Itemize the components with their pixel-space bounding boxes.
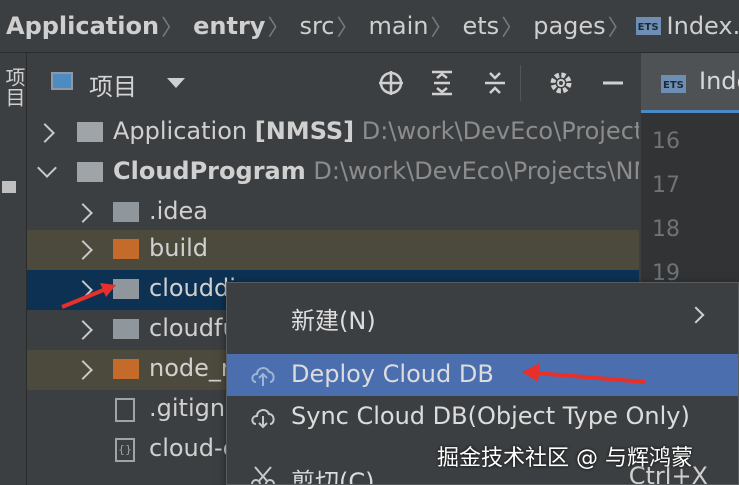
chevron-right-icon[interactable] xyxy=(73,203,93,223)
tree-label: clouddi xyxy=(149,274,236,302)
tree-label: build xyxy=(149,234,209,262)
excluded-folder-icon xyxy=(113,359,139,379)
menu-item-label: Sync Cloud DB(Object Type Only) xyxy=(291,402,690,430)
line-number: 17 xyxy=(652,173,680,198)
tree-path: D:\work\DevEco\Projects\ xyxy=(361,117,639,145)
breadcrumb-item-pages[interactable]: pages xyxy=(527,12,605,40)
expand-all-icon[interactable] xyxy=(426,67,458,99)
cloud-module-folder-icon xyxy=(77,162,103,182)
cloud-download-icon xyxy=(251,409,275,429)
chevron-right-icon[interactable] xyxy=(73,360,93,380)
cloud-upload-icon xyxy=(251,367,275,386)
tree-row-build[interactable]: build xyxy=(27,230,639,270)
editor-tab-index[interactable]: ETS Inde xyxy=(641,53,739,113)
breadcrumb-item-index-ets[interactable]: Index.ets xyxy=(667,12,739,40)
hide-icon[interactable] xyxy=(597,67,629,99)
json-file-icon: {} xyxy=(115,438,135,462)
collapse-all-icon[interactable] xyxy=(479,67,511,99)
tree-label: cloud-c xyxy=(149,434,236,462)
chevron-right-icon[interactable] xyxy=(73,240,93,260)
tree-label: cloudfu xyxy=(149,314,238,342)
tree-label: Application xyxy=(113,117,248,145)
locate-icon[interactable] xyxy=(375,67,407,99)
menu-item-new[interactable]: 新建(N) xyxy=(227,295,738,337)
ignore-file-icon xyxy=(115,398,135,422)
chevron-right-icon[interactable] xyxy=(73,320,93,340)
left-tool-strip: 项目 xyxy=(0,53,27,485)
chevron-right-icon xyxy=(687,306,705,324)
breadcrumb-item-ets[interactable]: ets xyxy=(457,12,500,40)
breadcrumb-item-application[interactable]: Application xyxy=(0,12,159,40)
chevron-right-icon[interactable] xyxy=(35,123,55,143)
breadcrumb-item-main[interactable]: main xyxy=(363,12,429,40)
menu-item-deploy-cloud-db[interactable]: Deploy Cloud DB xyxy=(227,354,738,396)
folder-icon xyxy=(2,181,16,193)
folder-icon xyxy=(113,202,139,222)
excluded-folder-icon xyxy=(113,239,139,259)
toolbar-divider xyxy=(520,65,521,101)
tree-row-cloudprogram[interactable]: CloudProgram D:\work\DevEco\Projects\NM xyxy=(27,153,639,193)
project-panel-header: 项目 xyxy=(27,53,639,114)
breadcrumb: Application 〉 entry 〉 src 〉 main 〉 ets 〉… xyxy=(0,0,739,53)
watermark: 掘金技术社区 @ 与辉鸿蒙 xyxy=(437,446,693,471)
line-number: 16 xyxy=(652,129,680,154)
tree-row-application[interactable]: Application [NMSS] D:\work\DevEco\Projec… xyxy=(27,113,639,153)
dropdown-arrow-icon[interactable] xyxy=(167,78,185,88)
chevron-right-icon: 〉 xyxy=(607,16,630,41)
breadcrumb-item-src[interactable]: src xyxy=(293,12,334,40)
chevron-right-icon: 〉 xyxy=(161,16,184,41)
project-view-icon xyxy=(51,72,73,90)
project-panel-title[interactable]: 项目 xyxy=(89,67,137,102)
function-folder-icon xyxy=(113,319,139,339)
tree-label-suffix: [NMSS] xyxy=(254,117,355,145)
chevron-right-icon: 〉 xyxy=(336,16,359,41)
tree-path: D:\work\DevEco\Projects\NM xyxy=(313,157,639,185)
chevron-down-icon[interactable] xyxy=(37,158,57,178)
tree-label: .idea xyxy=(149,197,209,225)
project-tool-window-tab[interactable]: 项目 xyxy=(0,67,29,107)
chevron-right-icon: 〉 xyxy=(267,16,290,41)
tree-row-idea[interactable]: .idea xyxy=(27,193,639,233)
tree-label: CloudProgram xyxy=(113,157,306,185)
menu-item-label: 新建(N) xyxy=(291,307,376,335)
menu-item-sync-cloud-db[interactable]: Sync Cloud DB(Object Type Only) xyxy=(227,396,738,438)
breadcrumb-item-entry[interactable]: entry xyxy=(187,12,265,40)
scissors-icon xyxy=(251,466,275,484)
line-number: 18 xyxy=(652,217,680,242)
chevron-right-icon: 〉 xyxy=(501,16,524,41)
module-folder-icon xyxy=(77,122,103,142)
ets-file-icon: ETS xyxy=(635,17,661,35)
editor-tab-label: Inde xyxy=(699,67,739,95)
chevron-right-icon: 〉 xyxy=(430,16,453,41)
gear-icon[interactable] xyxy=(545,67,577,99)
annotation-arrow-icon xyxy=(522,363,646,384)
annotation-arrow-icon xyxy=(61,283,116,309)
ets-file-icon: ETS xyxy=(661,75,686,93)
menu-item-label: 剪切(C) xyxy=(291,468,375,485)
menu-item-label: Deploy Cloud DB xyxy=(291,360,494,388)
